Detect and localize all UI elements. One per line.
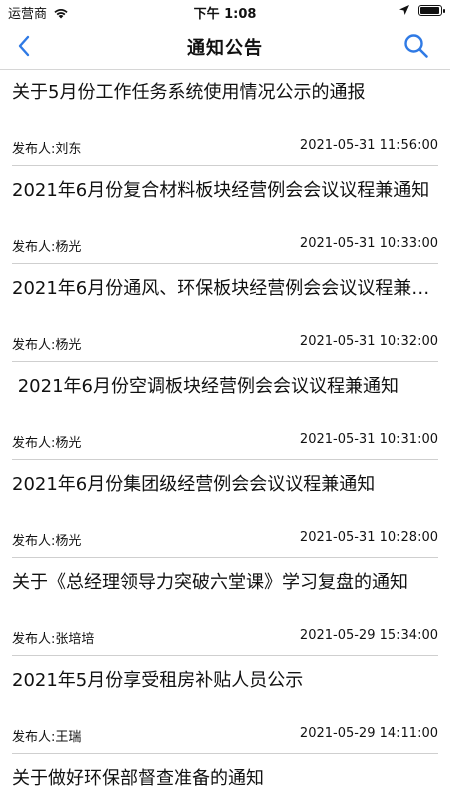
notice-title: 2021年6月份空调板块经营例会会议议程兼通知	[12, 376, 399, 397]
notice-timestamp: 2021-05-29 15:34:00	[299, 628, 438, 643]
page-title: 通知公告	[187, 38, 263, 59]
notice-timestamp: 2021-05-29 14:11:00	[299, 726, 438, 741]
notice-meta: 发布人:杨光 2021-05-31 10:33:00	[12, 236, 438, 255]
battery-icon	[418, 4, 445, 16]
status-time: 下午 1:08	[193, 7, 257, 22]
search-button[interactable]	[402, 32, 430, 60]
list-item[interactable]: 2021年6月份复合材料板块经营例会会议议程兼通知 发布人:杨光 2021-05…	[0, 168, 450, 266]
notice-title: 关于做好环保部督查准备的通知	[12, 768, 264, 789]
list-item[interactable]: 2021年6月份空调板块经营例会会议议程兼通知 发布人:杨光 2021-05-3…	[0, 364, 450, 462]
divider	[12, 753, 438, 754]
notice-timestamp: 2021-05-31 10:32:00	[299, 334, 438, 349]
notice-timestamp: 2021-05-31 10:33:00	[299, 236, 438, 251]
notice-meta: 发布人:杨光 2021-05-31 10:31:00	[12, 432, 438, 451]
notice-publisher: 发布人:张培培	[12, 632, 95, 647]
notice-meta: 发布人:杨光 2021-05-31 10:32:00	[12, 334, 438, 353]
divider	[12, 459, 438, 460]
list-item[interactable]: 关于《总经理领导力突破六堂课》学习复盘的通知 发布人:张培培 2021-05-2…	[0, 560, 450, 658]
notice-meta: 发布人:刘东 2021-05-31 11:56:00	[12, 138, 438, 157]
list-item[interactable]: 2021年6月份通风、环保板块经营例会会议议程兼通知 发布人:杨光 2021-0…	[0, 266, 450, 364]
location-arrow-icon	[399, 5, 409, 15]
notice-title: 2021年6月份复合材料板块经营例会会议议程兼通知	[12, 180, 430, 201]
status-bar: 运营商 下午 1:08	[0, 0, 450, 22]
notice-timestamp: 2021-05-31 11:56:00	[299, 138, 438, 153]
notice-title: 2021年5月份享受租房补贴人员公示	[12, 670, 304, 691]
divider	[12, 263, 438, 264]
list-item[interactable]: 2021年6月份集团级经营例会会议议程兼通知 发布人:杨光 2021-05-31…	[0, 462, 450, 560]
notice-publisher: 发布人:刘东	[12, 142, 82, 157]
notice-publisher: 发布人:杨光	[12, 240, 82, 255]
list-item[interactable]: 2021年5月份享受租房补贴人员公示 发布人:王瑞 2021-05-29 14:…	[0, 658, 450, 756]
battery-level	[420, 6, 439, 14]
notice-meta: 发布人:张培培 2021-05-29 15:34:00	[12, 628, 438, 647]
notice-publisher: 发布人:杨光	[12, 338, 82, 353]
divider	[12, 165, 438, 166]
notice-publisher: 发布人:杨光	[12, 534, 82, 549]
divider	[12, 655, 438, 656]
notice-title: 2021年6月份集团级经营例会会议议程兼通知	[12, 474, 376, 495]
notice-timestamp: 2021-05-31 10:28:00	[299, 530, 438, 545]
divider	[12, 557, 438, 558]
notice-meta: 发布人:王瑞 2021-05-29 14:11:00	[12, 726, 438, 745]
status-right	[398, 4, 445, 16]
nav-bar: 通知公告	[0, 22, 450, 70]
notice-list: 关于5月份工作任务系统使用情况公示的通报 发布人:刘东 2021-05-31 1…	[0, 70, 450, 796]
notice-publisher: 发布人:王瑞	[12, 730, 82, 745]
list-item[interactable]: 关于5月份工作任务系统使用情况公示的通报 发布人:刘东 2021-05-31 1…	[0, 70, 450, 168]
search-icon	[404, 34, 428, 58]
notice-publisher: 发布人:杨光	[12, 436, 82, 451]
notice-title: 2021年6月份通风、环保板块经营例会会议议程兼通知	[12, 278, 438, 299]
notice-title: 关于5月份工作任务系统使用情况公示的通报	[12, 82, 366, 103]
notice-title: 关于《总经理领导力突破六堂课》学习复盘的通知	[12, 572, 408, 593]
list-item[interactable]: 关于做好环保部督查准备的通知	[0, 756, 450, 796]
divider	[12, 361, 438, 362]
notice-timestamp: 2021-05-31 10:31:00	[299, 432, 438, 447]
notice-meta: 发布人:杨光 2021-05-31 10:28:00	[12, 530, 438, 549]
